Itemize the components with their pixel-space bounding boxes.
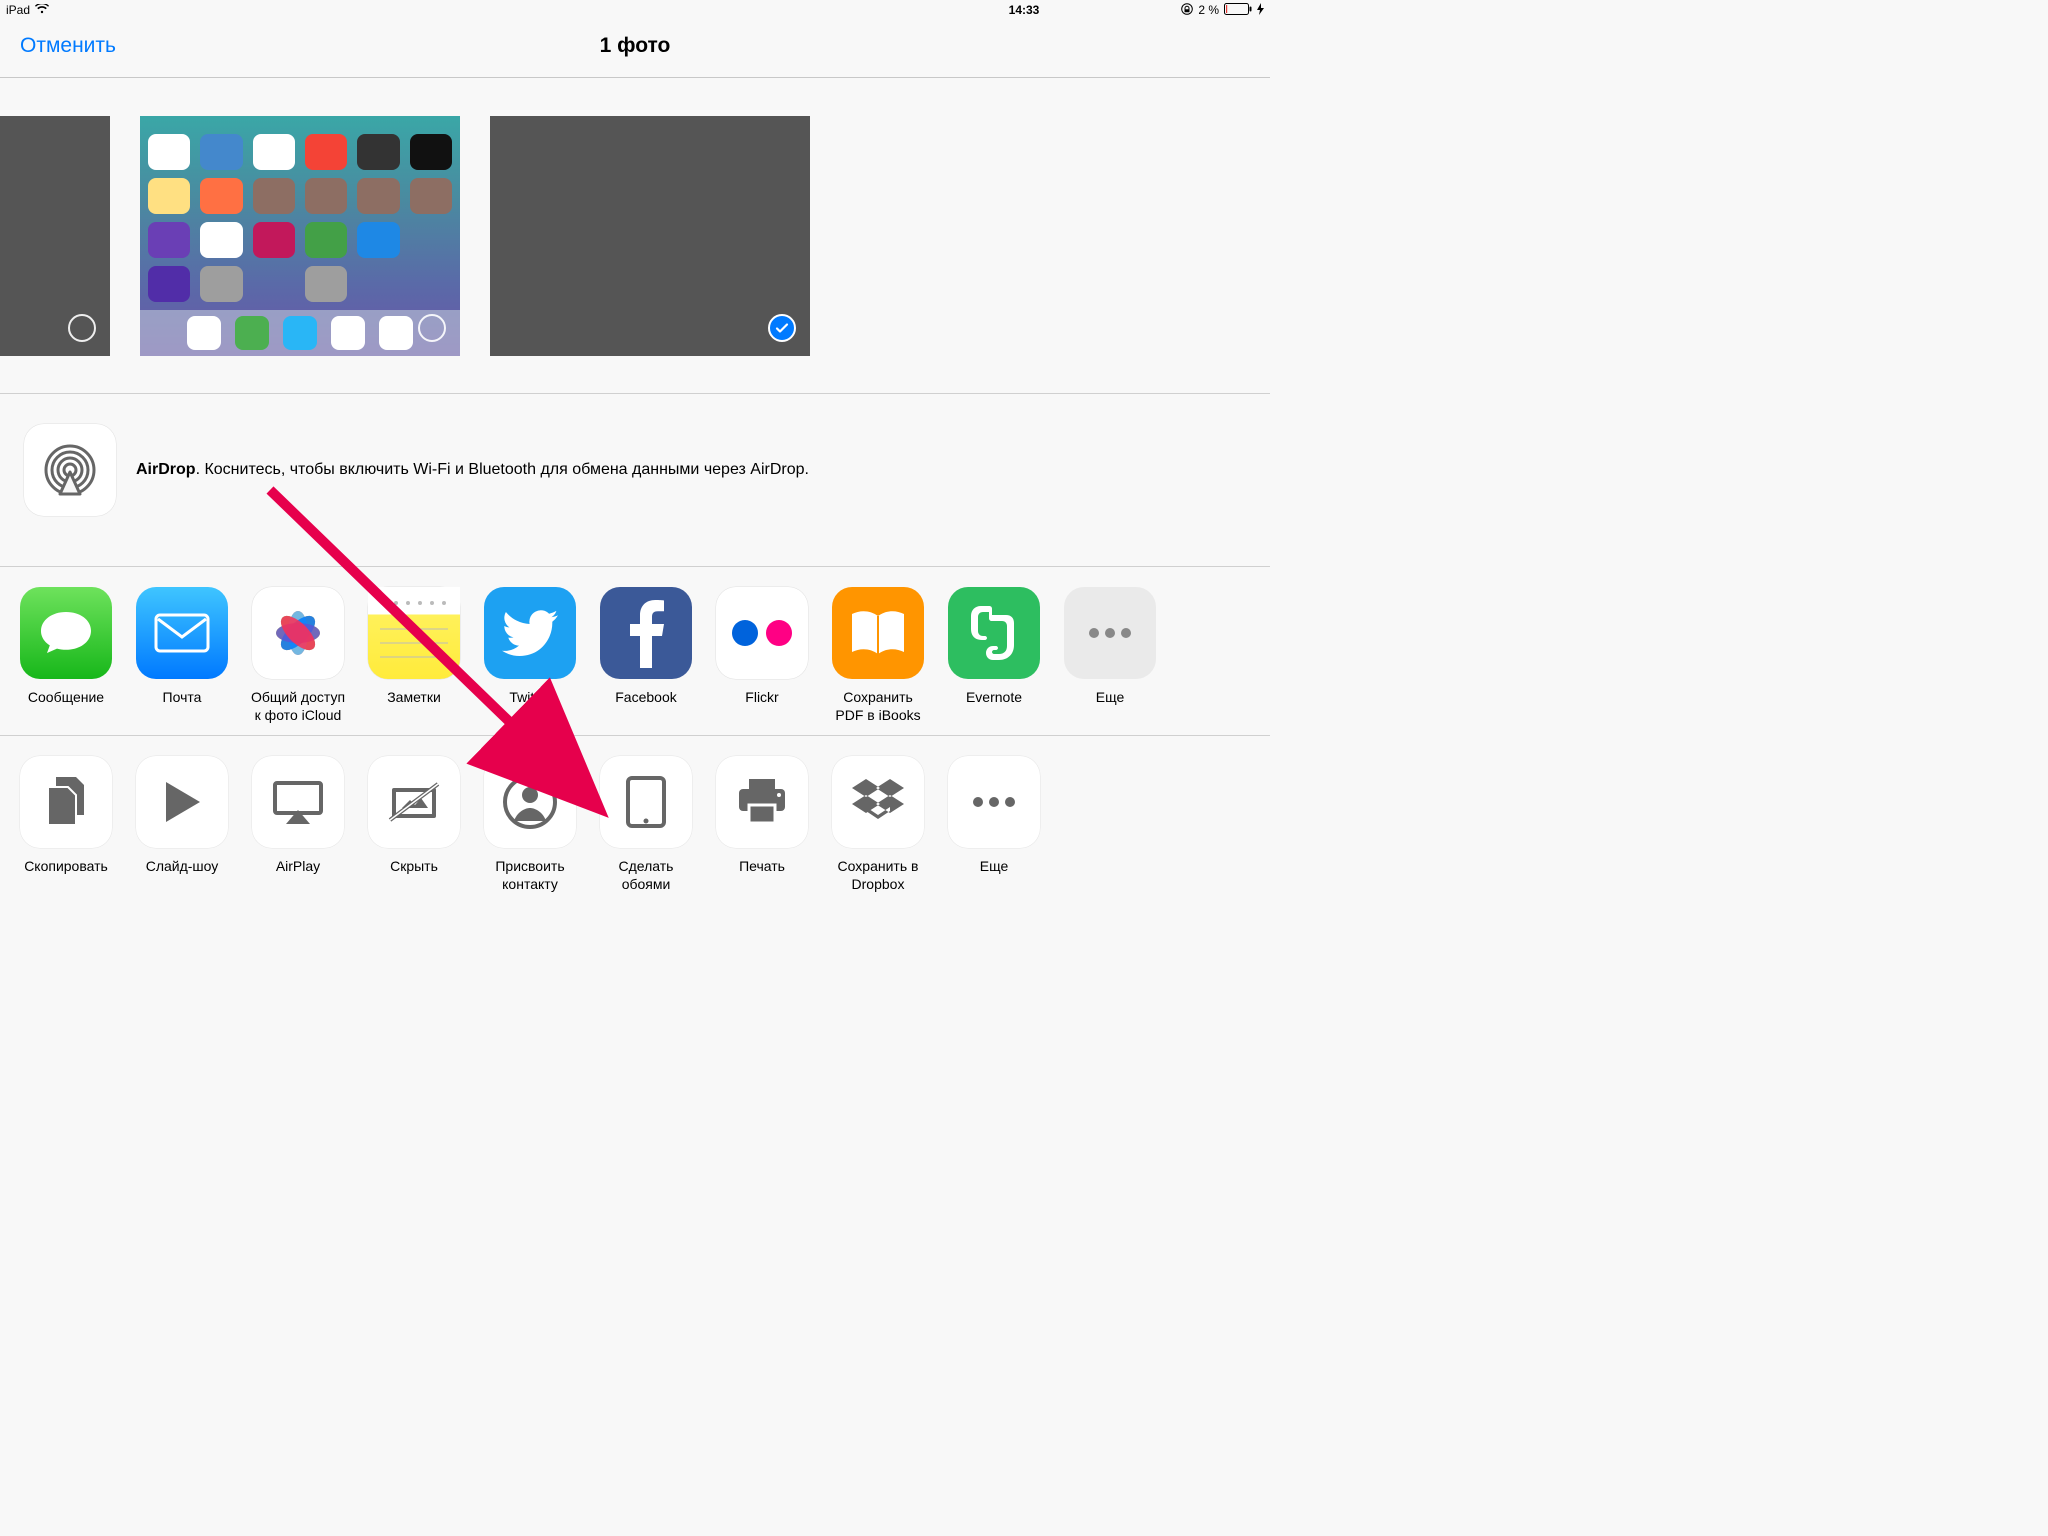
twitter-icon (484, 587, 576, 679)
evernote-icon (948, 587, 1040, 679)
mail-icon (136, 587, 228, 679)
photo-thumb[interactable] (140, 116, 460, 356)
action-slideshow[interactable]: Слайд-шоу (134, 756, 230, 894)
action-assign-contact[interactable]: Присвоить контакту (482, 756, 578, 894)
copy-icon (20, 756, 112, 848)
airplay-icon (252, 756, 344, 848)
more-icon (948, 756, 1040, 848)
action-hide[interactable]: Скрыть (366, 756, 462, 894)
battery-pct: 2 % (1198, 3, 1219, 17)
selection-ring-icon[interactable] (68, 314, 96, 342)
selection-ring-icon[interactable] (418, 314, 446, 342)
action-wallpaper[interactable]: Сделать обоями (598, 756, 694, 894)
airdrop-text: AirDrop. Коснитесь, чтобы включить Wi-Fi… (136, 461, 809, 479)
charging-icon (1257, 3, 1264, 18)
notes-icon (368, 587, 460, 679)
share-more[interactable]: Еще (1062, 587, 1158, 725)
flickr-icon (716, 587, 808, 679)
photos-icon (252, 587, 344, 679)
print-icon (716, 756, 808, 848)
hide-icon (368, 756, 460, 848)
action-airplay[interactable]: AirPlay (250, 756, 346, 894)
photo-thumb[interactable] (0, 116, 110, 356)
action-more[interactable]: Еще (946, 756, 1042, 894)
share-mail[interactable]: Почта (134, 587, 230, 725)
share-facebook[interactable]: Facebook (598, 587, 694, 725)
airdrop-icon (24, 424, 116, 516)
facebook-icon (600, 587, 692, 679)
share-notes[interactable]: Заметки (366, 587, 462, 725)
nav-bar: Отменить 1 фото (0, 20, 1270, 78)
page-title: 1 фото (600, 34, 671, 58)
clock: 14:33 (1009, 3, 1040, 17)
share-flickr[interactable]: Flickr (714, 587, 810, 725)
device-label: iPad (6, 3, 30, 17)
share-app-row[interactable]: Сообщение Почта Общий доступ к фото iClo… (0, 567, 1270, 735)
battery-icon (1224, 3, 1252, 18)
photo-strip[interactable] (0, 78, 1270, 393)
action-row[interactable]: Скопировать Слайд-шоу AirPlay Скрыть При… (0, 736, 1270, 904)
cancel-button[interactable]: Отменить (20, 34, 116, 58)
share-icloud-photos[interactable]: Общий доступ к фото iCloud (250, 587, 346, 725)
photo-thumb[interactable] (490, 116, 810, 356)
selection-check-icon[interactable] (768, 314, 796, 342)
share-message[interactable]: Сообщение (18, 587, 114, 725)
ibooks-icon (832, 587, 924, 679)
airdrop-row[interactable]: AirDrop. Коснитесь, чтобы включить Wi-Fi… (0, 394, 1270, 566)
contact-icon (484, 756, 576, 848)
share-evernote[interactable]: Evernote (946, 587, 1042, 725)
action-dropbox[interactable]: Сохранить в Dropbox (830, 756, 926, 894)
rotation-lock-icon (1181, 3, 1193, 18)
wifi-icon (35, 3, 49, 17)
share-ibooks[interactable]: Сохранить PDF в iBooks (830, 587, 926, 725)
action-print[interactable]: Печать (714, 756, 810, 894)
action-copy[interactable]: Скопировать (18, 756, 114, 894)
dropbox-icon (832, 756, 924, 848)
wallpaper-icon (600, 756, 692, 848)
more-icon (1064, 587, 1156, 679)
status-bar: iPad 14:33 2 % (0, 0, 1270, 20)
share-twitter[interactable]: Twitter (482, 587, 578, 725)
messages-icon (20, 587, 112, 679)
play-icon (136, 756, 228, 848)
